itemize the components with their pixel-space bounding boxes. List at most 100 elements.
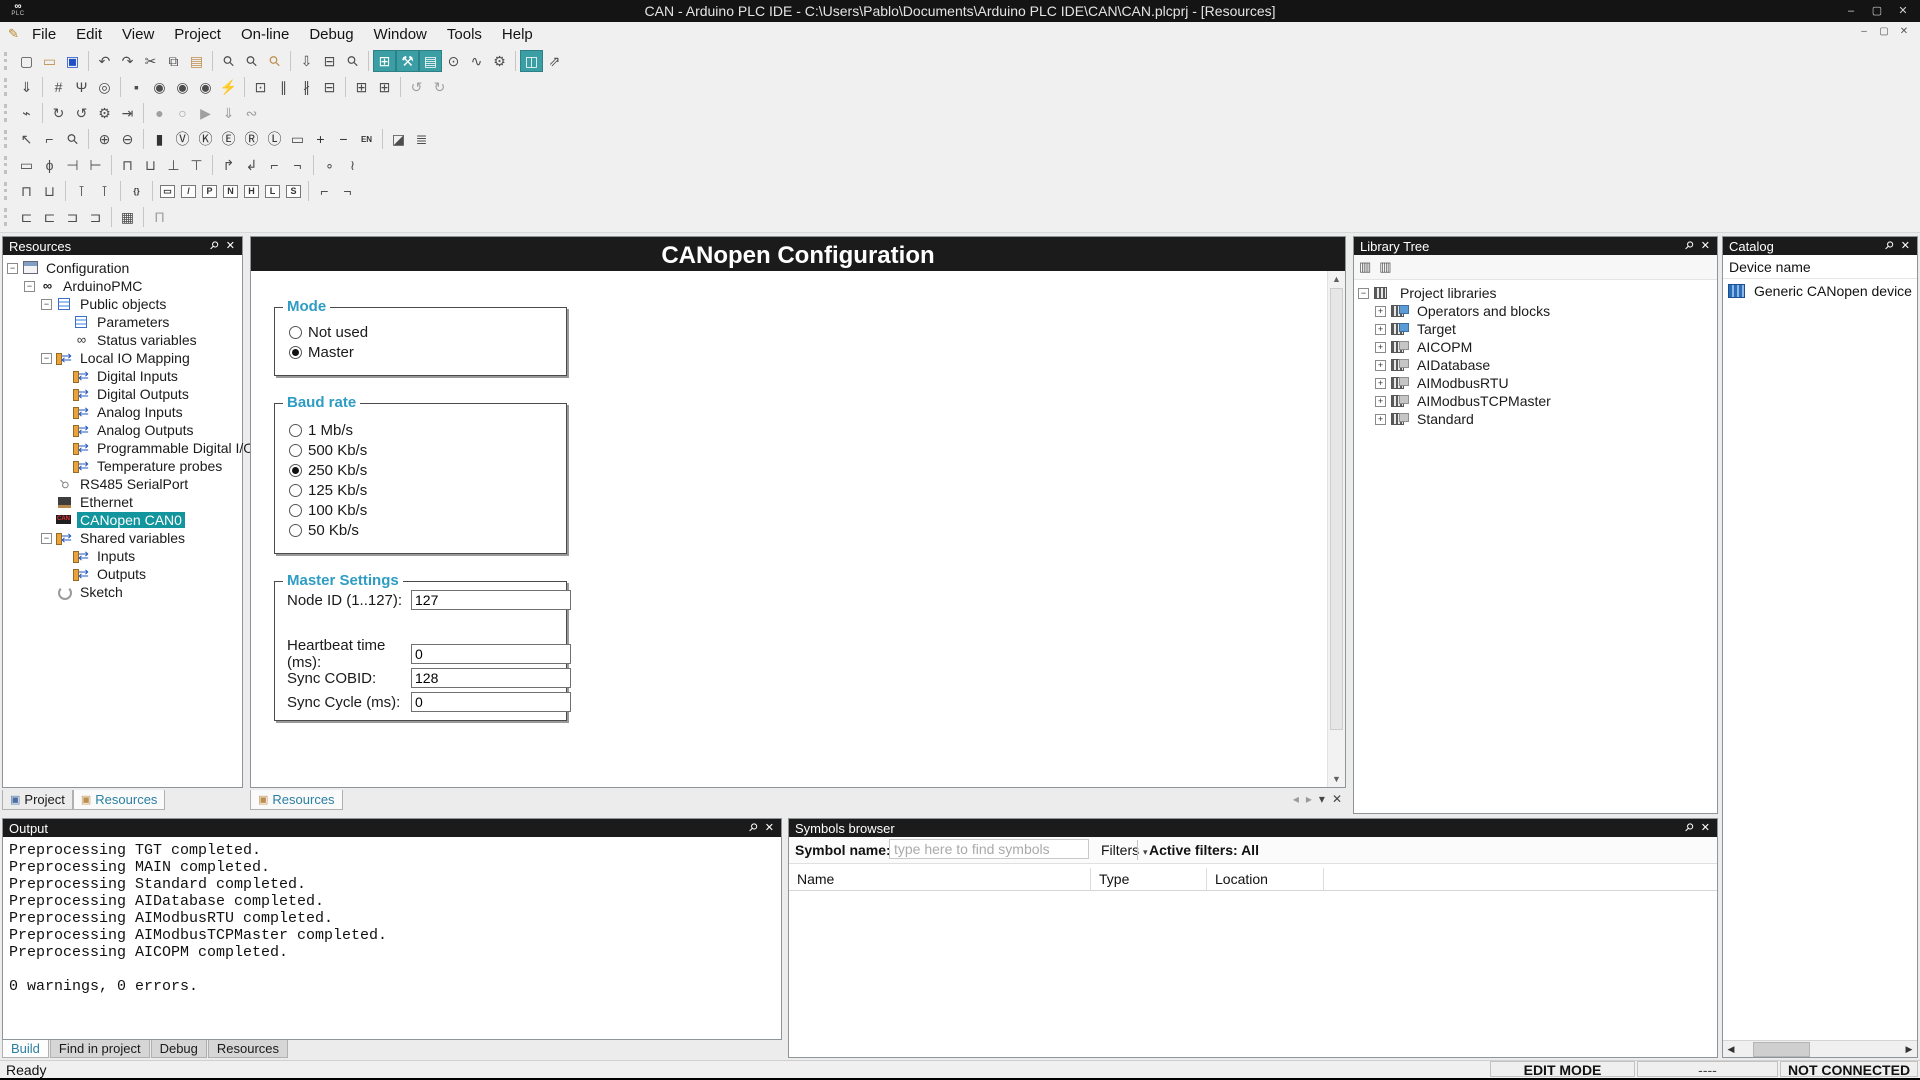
tree-item-ethernet[interactable]: Ethernet [3, 493, 242, 511]
radio-button[interactable] [289, 524, 302, 537]
expander-icon[interactable]: + [1375, 342, 1386, 353]
expander-icon[interactable]: + [1375, 378, 1386, 389]
close-icon[interactable]: ✕ [226, 239, 235, 252]
minimize-button[interactable]: – [1854, 26, 1874, 37]
step-into-button[interactable]: ⇓ [217, 102, 240, 124]
branch-open-button[interactable]: ⊓ [116, 154, 139, 176]
add-pin-button[interactable]: + [309, 128, 332, 150]
en-eno-toggle-button[interactable]: EN [355, 128, 378, 150]
tree-item-public-objects[interactable]: −Public objects [3, 295, 242, 313]
view-waveform-button[interactable]: Π [148, 206, 171, 228]
select-tool-button[interactable]: ↖ [15, 128, 38, 150]
project-docs-button[interactable]: ⊟ [318, 76, 341, 98]
tree-item-aimodbusrtu[interactable]: +AIModbusRTU [1354, 374, 1717, 392]
input-sync-cycle-ms[interactable] [411, 692, 571, 712]
coil-negative-edge-button[interactable]: N [223, 185, 238, 198]
expander-icon[interactable]: − [41, 299, 52, 310]
radio-button[interactable] [289, 464, 302, 477]
maximize-button[interactable]: ▢ [1864, 0, 1890, 22]
object-browser-button[interactable]: ◪ [387, 128, 410, 150]
redo-button[interactable]: ↷ [116, 50, 139, 72]
coil-negated-button[interactable]: / [181, 185, 196, 198]
expander-icon[interactable]: − [1358, 288, 1369, 299]
toolbar-drag-handle[interactable] [4, 182, 11, 200]
menu-edit[interactable]: Edit [66, 22, 112, 48]
menu-tools[interactable]: Tools [437, 22, 492, 48]
pin-icon[interactable]: ⚲ [207, 238, 222, 253]
rail-bottom-button[interactable]: ⊥ [162, 154, 185, 176]
input-node-id-1-127[interactable] [411, 590, 571, 610]
import-objects-button[interactable]: ⇩ [295, 50, 318, 72]
tab-scroll-left-button[interactable]: ◂ [1293, 792, 1299, 806]
constant-block-button[interactable]: Ⓚ [194, 128, 217, 150]
contact-serial-right-button[interactable]: ⊢ [84, 154, 107, 176]
toolbar-drag-handle[interactable] [4, 156, 11, 174]
coil-standard-button[interactable]: ▭ [160, 185, 175, 198]
tree-item-target[interactable]: +Target [1354, 320, 1717, 338]
parallel-contact-open-button[interactable]: ⊓ [15, 180, 38, 202]
toolbar-drag-handle[interactable] [4, 78, 11, 96]
dock-tab-resources[interactable]: ▣Resources [73, 790, 166, 810]
step-over-button[interactable]: ⇥ [116, 102, 139, 124]
tree-item-rs485-serialport[interactable]: RS485 SerialPort [3, 475, 242, 493]
tree-item-project-libraries[interactable]: −Project libraries [1354, 284, 1717, 302]
bottom-tab-find-in-project[interactable]: Find in project [50, 1040, 150, 1058]
connect-device-button[interactable]: Ψ [70, 76, 93, 98]
simulation-mode-button[interactable]: ⌁ [15, 102, 38, 124]
tree-item-operators-and-blocks[interactable]: +Operators and blocks [1354, 302, 1717, 320]
close-button[interactable]: ✕ [1890, 0, 1916, 22]
tree-item-outputs[interactable]: Outputs [3, 565, 242, 583]
new-rung-above-button[interactable]: ⊏ [15, 206, 38, 228]
expander-icon[interactable]: + [1375, 324, 1386, 335]
function-block-button[interactable]: ▮ [148, 128, 171, 150]
symbol-search-input[interactable] [889, 839, 1089, 859]
expander-icon[interactable]: − [41, 533, 52, 544]
radio-option-50-kb-s[interactable]: 50 Kb/s [289, 520, 566, 540]
scrollbar-thumb[interactable] [1330, 288, 1343, 730]
insert-branch-button[interactable]: ⌐ [313, 180, 336, 202]
return-block-button[interactable]: Ⓡ [240, 128, 263, 150]
add-library-button[interactable]: ▥ [1359, 259, 1371, 275]
tree-item-analog-inputs[interactable]: Analog Inputs [3, 403, 242, 421]
tree-item-parameters[interactable]: Parameters [3, 313, 242, 331]
halt-button[interactable]: ▪ [125, 76, 148, 98]
coil-positive-edge-button[interactable]: P [202, 185, 217, 198]
rail-top-button[interactable]: ⊤ [185, 154, 208, 176]
grid-snap-button[interactable]: ▦ [116, 206, 139, 228]
properties-window-button[interactable]: ⚒ [396, 50, 419, 72]
tree-item-configuration[interactable]: −Configuration [3, 259, 242, 277]
radio-option-250-kb-s[interactable]: 250 Kb/s [289, 460, 566, 480]
toggle-breakpoint-button[interactable]: ○ [171, 102, 194, 124]
scrollbar-thumb[interactable] [1753, 1042, 1810, 1057]
toolbar-drag-handle[interactable] [4, 130, 11, 148]
oscilloscope-window-button[interactable]: ∿ [465, 50, 488, 72]
tree-item-arduinopmc[interactable]: −ArduinoPMC [3, 277, 242, 295]
navigate-back-button[interactable]: ↺ [405, 76, 428, 98]
radio-button[interactable] [289, 326, 302, 339]
expander-icon[interactable]: + [1375, 306, 1386, 317]
tree-item-sketch[interactable]: Sketch [3, 583, 242, 601]
pin-icon[interactable]: ⚲ [1682, 820, 1697, 835]
tree-item-digital-inputs[interactable]: Digital Inputs [3, 367, 242, 385]
refresh-libraries-button[interactable]: ▥ [1379, 259, 1391, 275]
pin-icon[interactable]: ⚲ [1882, 238, 1897, 253]
wire-tool-button[interactable]: ≀ [341, 154, 364, 176]
wire-corner-left-button[interactable]: ⌐ [263, 154, 286, 176]
scroll-up-icon[interactable]: ▲ [1328, 271, 1345, 287]
radio-option-not-used[interactable]: Not used [289, 322, 566, 342]
catalog-device-item[interactable]: Generic CANopen device [1723, 279, 1917, 303]
compile-libraries-button[interactable]: ∥ [272, 76, 295, 98]
minimize-button[interactable]: – [1838, 0, 1864, 22]
branch-close-button[interactable]: ⊔ [139, 154, 162, 176]
coil-set-button[interactable]: S [286, 185, 301, 198]
goto-symbol-button[interactable]: ⇗ [543, 50, 566, 72]
document-tab-resources[interactable]: ▣Resources [250, 790, 343, 810]
radio-button[interactable] [289, 504, 302, 517]
live-debug-3-button[interactable]: ◉ [194, 76, 217, 98]
pin-icon[interactable]: ⚲ [746, 820, 761, 835]
network-list-button[interactable]: ≣ [410, 128, 433, 150]
live-debug-2-button[interactable]: ◉ [171, 76, 194, 98]
bottom-tab-build[interactable]: Build [2, 1040, 49, 1058]
zoom-in-button[interactable]: ⊕ [93, 128, 116, 150]
input-sync-cobid[interactable] [411, 668, 571, 688]
